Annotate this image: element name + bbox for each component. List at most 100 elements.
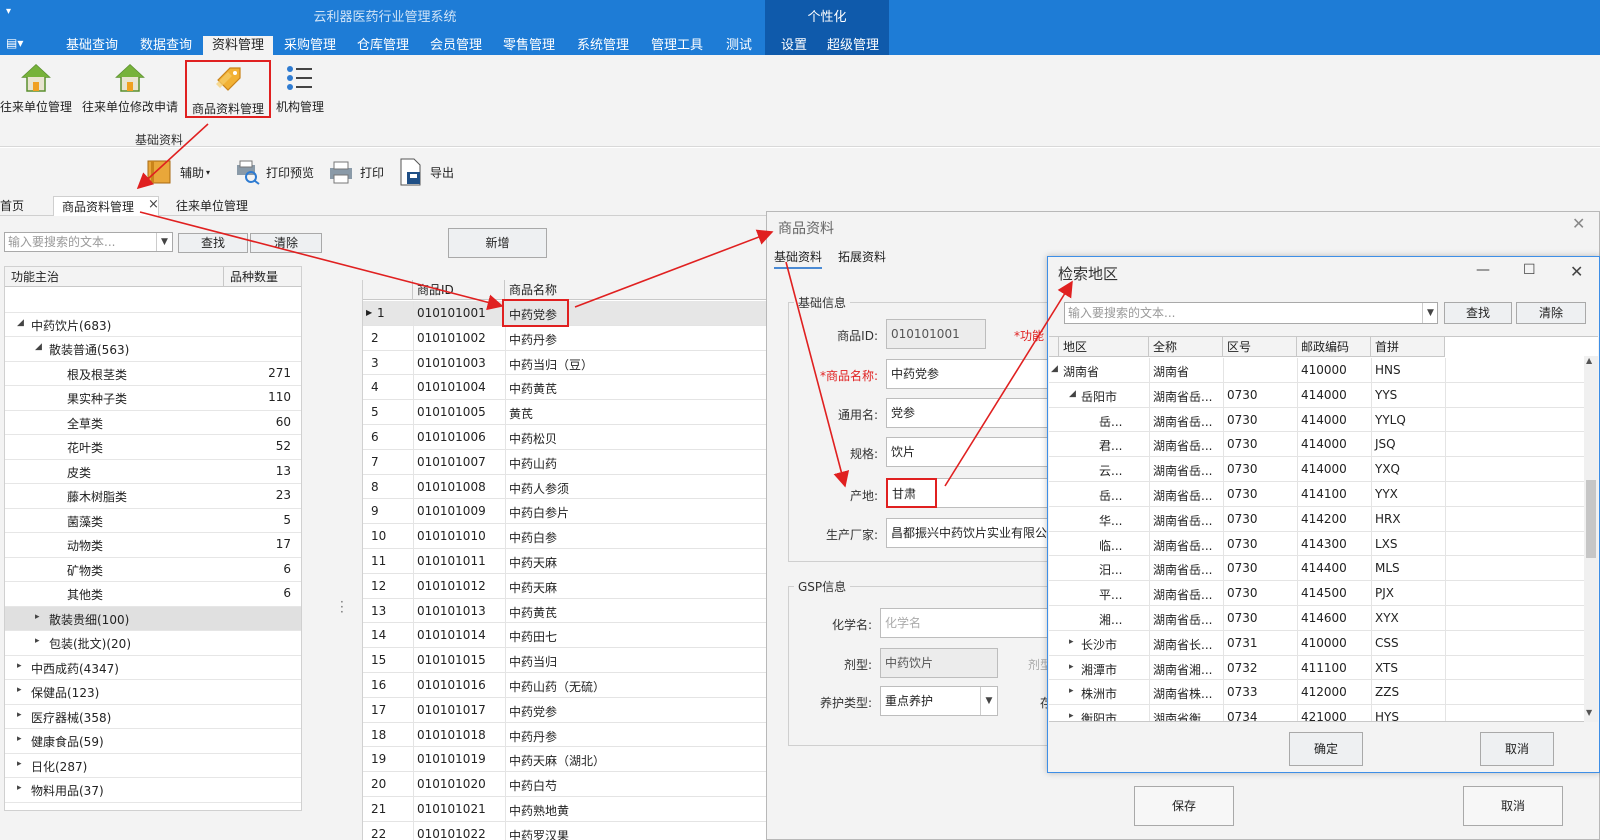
expand-icon[interactable]: ▸ bbox=[1069, 662, 1074, 672]
layout-menu-icon[interactable]: ▤▾ bbox=[6, 36, 23, 50]
tab-purchase[interactable]: 采购管理 bbox=[274, 36, 346, 55]
assist-button[interactable]: 辅助 ▾ bbox=[146, 158, 210, 186]
region-cancel-button[interactable]: 取消 bbox=[1480, 732, 1554, 766]
tree-row[interactable]: ◢ 散装普通(563) bbox=[5, 337, 301, 362]
expand-icon[interactable]: ▸ bbox=[17, 783, 22, 793]
category-clear-button[interactable]: 清除 bbox=[250, 233, 322, 253]
tab-test[interactable]: 测试 bbox=[713, 36, 765, 55]
table-row[interactable]: 20 010101020 中药白芍 bbox=[363, 772, 766, 797]
tab-system[interactable]: 系统管理 bbox=[567, 36, 639, 55]
table-row[interactable]: 9 010101009 中药白参片 bbox=[363, 499, 766, 525]
tab-member[interactable]: 会员管理 bbox=[420, 36, 492, 55]
column-header-area-code[interactable]: 区号 bbox=[1223, 337, 1297, 357]
column-header-category[interactable]: 功能主治 bbox=[5, 267, 224, 287]
expand-icon[interactable]: ▸ bbox=[17, 734, 22, 744]
expand-icon[interactable]: ▸ bbox=[17, 759, 22, 769]
partner-change-request-button[interactable]: 往来单位修改申请 bbox=[80, 60, 180, 118]
expand-icon[interactable]: ▸ bbox=[35, 636, 40, 646]
table-row[interactable]: ▸ 湘潭市 湖南省湘... 0732 411100 XTS bbox=[1049, 655, 1585, 681]
tab-tools[interactable]: 管理工具 bbox=[641, 36, 713, 55]
tree-row[interactable]: 菌藻类 5 bbox=[5, 509, 301, 533]
chem-name-field[interactable]: 化学名 bbox=[880, 608, 1048, 638]
table-row[interactable]: 6 010101006 中药松贝 bbox=[363, 425, 766, 450]
doc-tab-home[interactable]: 首页 bbox=[0, 196, 32, 216]
table-row[interactable]: 19 010101019 中药天麻（湖北） bbox=[363, 747, 766, 773]
collapse-icon[interactable]: ◢ bbox=[17, 318, 24, 328]
scroll-up-icon[interactable]: ▲ bbox=[1586, 356, 1592, 365]
table-row[interactable]: 临... 湖南省岳... 0730 414300 LXS bbox=[1049, 531, 1585, 557]
table-row[interactable]: 云... 湖南省岳... 0730 414000 YXQ bbox=[1049, 457, 1585, 482]
table-row[interactable]: 10 010101010 中药白参 bbox=[363, 524, 766, 549]
confirm-button[interactable]: 确定 bbox=[1289, 732, 1363, 766]
tree-row[interactable]: 花叶类 52 bbox=[5, 435, 301, 460]
dosage-form-field[interactable]: 中药饮片 bbox=[880, 648, 998, 678]
tree-row[interactable]: 矿物类 6 bbox=[5, 558, 301, 582]
expand-icon[interactable]: ▸ bbox=[35, 612, 40, 622]
collapse-icon[interactable]: ◢ bbox=[1051, 364, 1058, 374]
splitter-grip-icon[interactable]: · · · bbox=[340, 596, 344, 618]
tab-basic-info[interactable]: 基础资料 bbox=[774, 248, 823, 269]
origin-field[interactable]: 甘肃 bbox=[886, 478, 937, 508]
region-scrollbar-thumb[interactable] bbox=[1586, 480, 1596, 558]
table-row[interactable]: ◢ 湖南省 湖南省 410000 HNS bbox=[1049, 358, 1585, 383]
tree-row[interactable]: 皮类 13 bbox=[5, 460, 301, 484]
tree-row[interactable]: ▸ 日化(287) bbox=[5, 754, 301, 778]
table-row[interactable]: ▸ 株洲市 湖南省株... 0733 412000 ZZS bbox=[1049, 680, 1585, 706]
goods-name-field[interactable]: 中药党参 bbox=[886, 359, 1048, 389]
goods-management-button[interactable]: 商品资料管理 bbox=[185, 60, 271, 118]
chevron-down-icon[interactable]: ▼ bbox=[980, 687, 997, 715]
tab-data-query[interactable]: 数据查询 bbox=[130, 36, 202, 55]
table-row[interactable]: 17 010101017 中药党参 bbox=[363, 697, 766, 723]
table-row[interactable]: ▶ 1 010101001 中药党参 bbox=[363, 301, 766, 326]
table-row[interactable]: 2 010101002 中药丹参 bbox=[363, 325, 766, 351]
column-header-full-name[interactable]: 全称 bbox=[1149, 337, 1223, 357]
tree-row[interactable] bbox=[5, 288, 301, 313]
doc-tab-goods-management[interactable]: 商品资料管理 bbox=[53, 196, 160, 216]
tree-row[interactable]: ▸ 物料用品(37) bbox=[5, 778, 301, 803]
tree-row[interactable]: ◢ 中药饮片(683) bbox=[5, 313, 301, 337]
maker-field[interactable]: 昌都振兴中药饮片实业有限公司 bbox=[886, 518, 1048, 548]
tree-row[interactable]: ▸ 中西成药(4347) bbox=[5, 656, 301, 680]
tree-row[interactable]: 根及根茎类 271 bbox=[5, 362, 301, 386]
expand-icon[interactable]: ▸ bbox=[1069, 637, 1074, 647]
collapse-icon[interactable]: ◢ bbox=[1069, 389, 1076, 399]
tree-row[interactable]: 全草类 60 bbox=[5, 411, 301, 435]
table-row[interactable]: 21 010101021 中药熟地黄 bbox=[363, 797, 766, 822]
chevron-down-icon[interactable]: ▼ bbox=[1422, 303, 1438, 323]
tree-row[interactable]: ▸ 包装(批文)(20) bbox=[5, 631, 301, 656]
table-row[interactable]: 岳... 湖南省岳... 0730 414000 YYLQ bbox=[1049, 407, 1585, 433]
table-row[interactable]: 平... 湖南省岳... 0730 414500 PJX bbox=[1049, 581, 1585, 606]
splitter[interactable] bbox=[336, 216, 360, 840]
tab-extended-info[interactable]: 拓展资料 bbox=[838, 248, 886, 265]
tree-row[interactable]: ▸ 医疗器械(358) bbox=[5, 705, 301, 729]
table-row[interactable]: 3 010101003 中药当归（豆） bbox=[363, 350, 766, 376]
tree-row[interactable]: ▸ 健康食品(59) bbox=[5, 729, 301, 754]
goods-id-field[interactable]: 010101001 bbox=[886, 319, 986, 349]
tab-basic-query[interactable]: 基础查询 bbox=[56, 36, 128, 55]
expand-icon[interactable]: ▸ bbox=[17, 710, 22, 720]
table-row[interactable]: ◢ 岳阳市 湖南省岳... 0730 414000 YYS bbox=[1049, 382, 1585, 408]
table-row[interactable]: 湘... 湖南省岳... 0730 414600 XYX bbox=[1049, 606, 1585, 631]
region-clear-button[interactable]: 清除 bbox=[1516, 302, 1586, 324]
common-name-field[interactable]: 党参 bbox=[886, 398, 1048, 428]
table-row[interactable]: 22 010101022 中药罗汉果 bbox=[363, 821, 766, 840]
expand-icon[interactable]: ▸ bbox=[1069, 686, 1074, 696]
table-row[interactable]: 7 010101007 中药山药 bbox=[363, 449, 766, 475]
tab-super-admin[interactable]: 超级管理 bbox=[818, 36, 888, 55]
column-header-count[interactable]: 品种数量 bbox=[224, 267, 301, 287]
save-button[interactable]: 保存 bbox=[1134, 786, 1234, 826]
expand-icon[interactable]: ▸ bbox=[1069, 711, 1074, 721]
table-row[interactable]: 4 010101004 中药黄芪 bbox=[363, 375, 766, 401]
table-row[interactable]: 12 010101012 中药天麻 bbox=[363, 573, 766, 599]
tree-row[interactable]: 藤木树脂类 23 bbox=[5, 484, 301, 509]
category-search-input[interactable]: 输入要搜索的文本... bbox=[4, 232, 173, 252]
minimize-icon[interactable]: — bbox=[1476, 262, 1490, 278]
spec-field[interactable]: 饮片 bbox=[886, 437, 1048, 467]
table-row[interactable]: 11 010101011 中药天麻 bbox=[363, 549, 766, 574]
scroll-down-icon[interactable]: ▼ bbox=[1586, 708, 1592, 717]
close-icon[interactable]: × bbox=[148, 197, 159, 212]
new-goods-button[interactable]: 新增 bbox=[448, 228, 547, 258]
org-management-button[interactable]: 机构管理 bbox=[274, 60, 326, 118]
tab-settings[interactable]: 设置 bbox=[770, 36, 818, 55]
print-button[interactable]: 打印 bbox=[328, 158, 384, 186]
